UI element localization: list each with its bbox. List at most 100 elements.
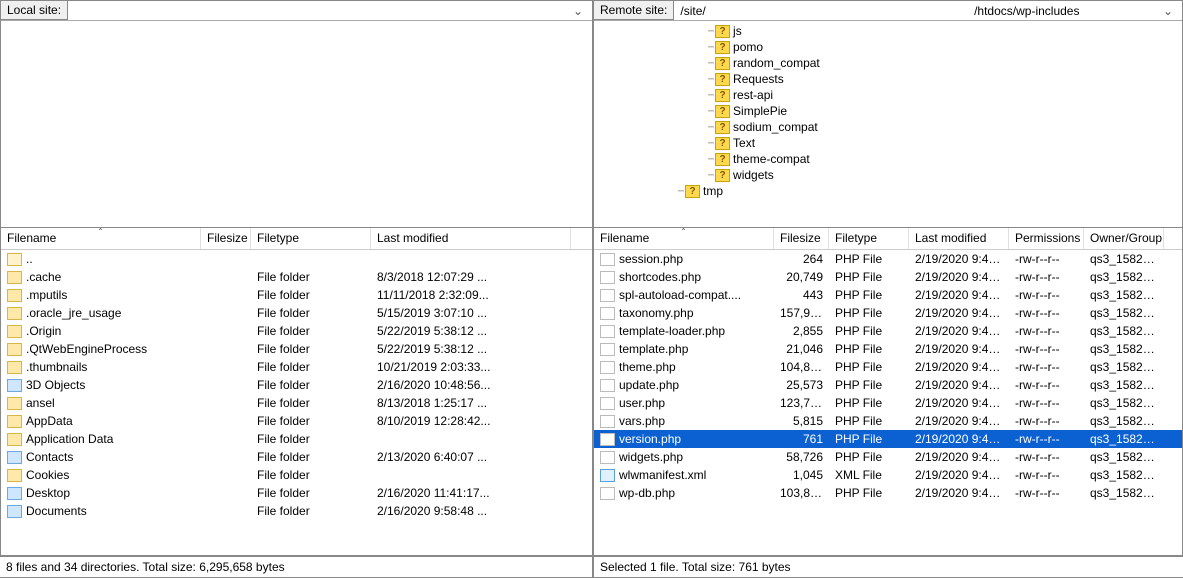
file-row[interactable]: 3D ObjectsFile folder2/16/2020 10:48:56.… bbox=[1, 376, 592, 394]
tree-item[interactable]: ⋯?js bbox=[598, 23, 1182, 39]
file-name: AppData bbox=[26, 414, 73, 428]
column-header[interactable]: Filetype bbox=[251, 228, 371, 249]
cell-type: File folder bbox=[251, 287, 371, 303]
file-name: .oracle_jre_usage bbox=[26, 306, 121, 320]
remote-horizontal-scrollbar[interactable] bbox=[594, 538, 1182, 555]
file-row[interactable]: .oracle_jre_usageFile folder5/15/2019 3:… bbox=[1, 304, 592, 322]
file-row[interactable]: CookiesFile folder bbox=[1, 466, 592, 484]
file-row[interactable]: DesktopFile folder2/16/2020 11:41:17... bbox=[1, 484, 592, 502]
file-icon bbox=[600, 433, 615, 446]
folder-icon bbox=[7, 307, 22, 320]
local-path-input[interactable] bbox=[74, 3, 570, 19]
column-header[interactable]: Filesize bbox=[774, 228, 829, 249]
file-row[interactable]: .cacheFile folder8/3/2018 12:07:29 ... bbox=[1, 268, 592, 286]
sort-ascending-icon: ⌃ bbox=[97, 228, 104, 236]
file-name: .thumbnails bbox=[26, 360, 87, 374]
file-row[interactable]: shortcodes.php20,749PHP File2/19/2020 9:… bbox=[594, 268, 1182, 286]
file-name: Contacts bbox=[26, 450, 73, 464]
cell-mod: 8/13/2018 1:25:17 ... bbox=[371, 395, 571, 411]
cell-size bbox=[201, 510, 251, 512]
column-header[interactable]: Filesize bbox=[201, 228, 251, 249]
file-row[interactable]: template-loader.php2,855PHP File2/19/202… bbox=[594, 322, 1182, 340]
tree-item[interactable]: ⋯?rest-api bbox=[598, 87, 1182, 103]
tree-item[interactable]: ⋯?widgets bbox=[598, 167, 1182, 183]
cell-size bbox=[201, 420, 251, 422]
local-file-rows[interactable]: ...cacheFile folder8/3/2018 12:07:29 ...… bbox=[1, 250, 592, 555]
cell-owner: qs3_158212... bbox=[1084, 359, 1164, 375]
cell-name: shortcodes.php bbox=[594, 269, 774, 285]
column-header[interactable]: Owner/Group bbox=[1084, 228, 1164, 249]
file-row[interactable]: theme.php104,876PHP File2/19/2020 9:45:.… bbox=[594, 358, 1182, 376]
file-row[interactable]: wlwmanifest.xml1,045XML File2/19/2020 9:… bbox=[594, 466, 1182, 484]
cell-mod: 2/19/2020 9:45:... bbox=[909, 359, 1009, 375]
remote-column-headers[interactable]: Filename⌃FilesizeFiletypeLast modifiedPe… bbox=[594, 228, 1182, 250]
tree-item[interactable]: ⋯?sodium_compat bbox=[598, 119, 1182, 135]
file-name: template-loader.php bbox=[619, 324, 725, 338]
file-row[interactable]: anselFile folder8/13/2018 1:25:17 ... bbox=[1, 394, 592, 412]
cell-perm: -rw-r--r-- bbox=[1009, 251, 1084, 267]
cell-mod: 2/13/2020 6:40:07 ... bbox=[371, 449, 571, 465]
file-row[interactable]: user.php123,717PHP File2/19/2020 9:45:..… bbox=[594, 394, 1182, 412]
file-row[interactable]: template.php21,046PHP File2/19/2020 9:45… bbox=[594, 340, 1182, 358]
file-row[interactable]: widgets.php58,726PHP File2/19/2020 9:45:… bbox=[594, 448, 1182, 466]
file-row[interactable]: .thumbnailsFile folder10/21/2019 2:03:33… bbox=[1, 358, 592, 376]
cell-owner: qs3_158212... bbox=[1084, 449, 1164, 465]
tree-item[interactable]: ⋯?random_compat bbox=[598, 55, 1182, 71]
cell-perm: -rw-r--r-- bbox=[1009, 287, 1084, 303]
file-row[interactable]: spl-autoload-compat....443PHP File2/19/2… bbox=[594, 286, 1182, 304]
tree-item[interactable]: ⋯?theme-compat bbox=[598, 151, 1182, 167]
file-row[interactable]: ContactsFile folder2/13/2020 6:40:07 ... bbox=[1, 448, 592, 466]
file-row[interactable]: .QtWebEngineProcessFile folder5/22/2019 … bbox=[1, 340, 592, 358]
local-tree[interactable] bbox=[1, 21, 592, 227]
file-row[interactable]: DocumentsFile folder2/16/2020 9:58:48 ..… bbox=[1, 502, 592, 520]
folder-icon bbox=[7, 343, 22, 356]
cell-type: PHP File bbox=[829, 269, 909, 285]
file-icon bbox=[600, 343, 615, 356]
remote-file-rows[interactable]: session.php264PHP File2/19/2020 9:45:...… bbox=[594, 250, 1182, 538]
cell-size bbox=[201, 402, 251, 404]
file-row[interactable]: version.php761PHP File2/19/2020 9:45:...… bbox=[594, 430, 1182, 448]
local-path-input-wrap[interactable]: ⌄ bbox=[68, 1, 592, 20]
cell-mod: 8/10/2019 12:28:42... bbox=[371, 413, 571, 429]
tree-item[interactable]: ⋯?pomo bbox=[598, 39, 1182, 55]
file-row[interactable]: Application DataFile folder bbox=[1, 430, 592, 448]
file-row[interactable]: vars.php5,815PHP File2/19/2020 9:45:...-… bbox=[594, 412, 1182, 430]
cell-type: File folder bbox=[251, 305, 371, 321]
column-header[interactable]: Last modified bbox=[909, 228, 1009, 249]
cell-size bbox=[201, 474, 251, 476]
cell-name: Desktop bbox=[1, 485, 201, 501]
cell-owner: qs3_158212... bbox=[1084, 287, 1164, 303]
chevron-down-icon[interactable]: ⌄ bbox=[1160, 4, 1176, 18]
local-column-headers[interactable]: Filename⌃FilesizeFiletypeLast modified bbox=[1, 228, 592, 250]
chevron-down-icon[interactable]: ⌄ bbox=[570, 4, 586, 18]
folder-icon bbox=[7, 271, 22, 284]
file-row[interactable]: .OriginFile folder5/22/2019 5:38:12 ... bbox=[1, 322, 592, 340]
cell-mod: 2/19/2020 9:45:... bbox=[909, 395, 1009, 411]
column-header[interactable]: Filename⌃ bbox=[1, 228, 201, 249]
cell-type: PHP File bbox=[829, 341, 909, 357]
file-row[interactable]: .. bbox=[1, 250, 592, 268]
file-row[interactable]: wp-db.php103,829PHP File2/19/2020 9:45:.… bbox=[594, 484, 1182, 502]
tree-item[interactable]: ⋯?tmp bbox=[598, 183, 1182, 199]
column-header[interactable]: Permissions bbox=[1009, 228, 1084, 249]
file-row[interactable]: taxonomy.php157,961PHP File2/19/2020 9:4… bbox=[594, 304, 1182, 322]
file-row[interactable]: update.php25,573PHP File2/19/2020 9:45:.… bbox=[594, 376, 1182, 394]
column-header[interactable]: Last modified bbox=[371, 228, 571, 249]
unknown-folder-icon: ? bbox=[715, 25, 730, 38]
tree-item[interactable]: ⋯?Requests bbox=[598, 71, 1182, 87]
remote-tree[interactable]: ⋯?js⋯?pomo⋯?random_compat⋯?Requests⋯?res… bbox=[594, 21, 1182, 227]
tree-item-label: pomo bbox=[733, 40, 763, 54]
file-row[interactable]: AppDataFile folder8/10/2019 12:28:42... bbox=[1, 412, 592, 430]
cell-type: File folder bbox=[251, 431, 371, 447]
cell-size: 104,876 bbox=[774, 359, 829, 375]
remote-path-input-wrap[interactable]: /site/ /htdocs/wp-includes ⌄ bbox=[674, 1, 1182, 20]
column-header[interactable]: Filename⌃ bbox=[594, 228, 774, 249]
cell-size: 5,815 bbox=[774, 413, 829, 429]
tree-item[interactable]: ⋯?SimplePie bbox=[598, 103, 1182, 119]
column-header[interactable]: Filetype bbox=[829, 228, 909, 249]
file-row[interactable]: .mputilsFile folder11/11/2018 2:32:09... bbox=[1, 286, 592, 304]
cell-name: widgets.php bbox=[594, 449, 774, 465]
file-row[interactable]: session.php264PHP File2/19/2020 9:45:...… bbox=[594, 250, 1182, 268]
cell-owner: qs3_158212... bbox=[1084, 341, 1164, 357]
tree-item[interactable]: ⋯?Text bbox=[598, 135, 1182, 151]
